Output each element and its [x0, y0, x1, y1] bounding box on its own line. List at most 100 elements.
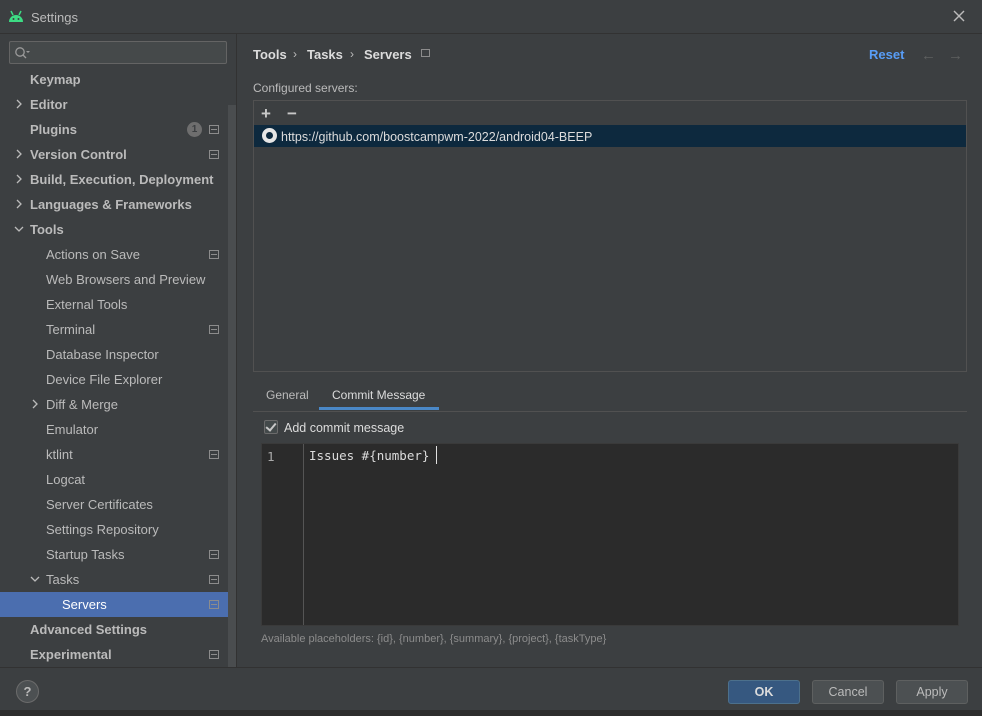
- sidebar-item[interactable]: Settings Repository: [0, 517, 228, 542]
- sidebar-item-label: External Tools: [46, 297, 128, 312]
- project-level-icon: [209, 250, 219, 259]
- commit-message-editor[interactable]: [261, 443, 959, 626]
- sidebar-item-label: Database Inspector: [46, 347, 159, 362]
- sidebar-item-label: Diff & Merge: [46, 397, 119, 412]
- sidebar-item-label: Servers: [62, 597, 107, 612]
- sidebar-item[interactable]: Device File Explorer: [0, 367, 228, 392]
- add-server-button[interactable]: +: [261, 104, 271, 124]
- sidebar-item-label: Actions on Save: [46, 247, 140, 262]
- sidebar-item-label: Device File Explorer: [46, 372, 163, 387]
- sidebar-item[interactable]: Emulator: [0, 417, 228, 442]
- sidebar-item[interactable]: Database Inspector: [0, 342, 228, 367]
- sidebar-item[interactable]: ktlint: [0, 442, 228, 467]
- sidebar-item[interactable]: Tools: [0, 217, 228, 242]
- sidebar-item-label: Startup Tasks: [46, 547, 125, 562]
- chevron-right-icon[interactable]: [14, 149, 24, 159]
- project-level-icon: [209, 450, 219, 459]
- github-icon: [262, 128, 277, 143]
- project-level-icon: [209, 600, 219, 609]
- android-icon: [9, 10, 23, 22]
- chevron-down-icon[interactable]: [14, 224, 24, 234]
- sidebar-item[interactable]: Actions on Save: [0, 242, 228, 267]
- sidebar-item[interactable]: External Tools: [0, 292, 228, 317]
- chevron-right-icon[interactable]: [14, 174, 24, 184]
- editor-gutter-divider: [303, 444, 304, 625]
- search-input[interactable]: [9, 41, 227, 64]
- text-caret: [436, 446, 437, 464]
- sidebar-item-label: Languages & Frameworks: [30, 197, 192, 212]
- sidebar-item[interactable]: Servers: [0, 592, 228, 617]
- back-arrow-icon[interactable]: ←: [921, 47, 936, 64]
- sidebar-item-label: Tools: [30, 222, 64, 237]
- sidebar-item[interactable]: Build, Execution, Deployment: [0, 167, 228, 192]
- sidebar-item-label: Server Certificates: [46, 497, 153, 512]
- sidebar-item[interactable]: Tasks: [0, 567, 228, 592]
- line-number: 1: [267, 449, 275, 464]
- chevron-right-icon[interactable]: [14, 99, 24, 109]
- sidebar-item[interactable]: Editor: [0, 92, 228, 117]
- sidebar-item-label: Editor: [30, 97, 68, 112]
- apply-button[interactable]: Apply: [896, 680, 968, 704]
- remove-server-button[interactable]: −: [287, 104, 297, 124]
- chevron-right-icon[interactable]: [30, 399, 40, 409]
- settings-tree: Keymap Editor Plugins 1 Version Control Build…: [0, 67, 228, 667]
- project-level-icon: [421, 49, 430, 57]
- sidebar-item-label: Logcat: [46, 472, 86, 487]
- update-count-badge: 1: [187, 122, 202, 137]
- tab-general[interactable]: General: [266, 388, 309, 402]
- project-level-icon: [209, 125, 219, 134]
- title-bar: [0, 0, 982, 34]
- sidebar-item[interactable]: Diff & Merge: [0, 392, 228, 417]
- sidebar-item-label: Terminal: [46, 322, 96, 337]
- add-commit-message-label[interactable]: Add commit message: [284, 421, 404, 435]
- sidebar-item-label: Settings Repository: [46, 522, 159, 537]
- window-bottom-edge: [0, 710, 982, 716]
- configured-servers-label: Configured servers:: [253, 81, 358, 95]
- sidebar-item[interactable]: Keymap: [0, 67, 228, 92]
- sidebar-item-label: Experimental: [30, 647, 112, 662]
- breadcrumb-tools[interactable]: Tools: [253, 47, 287, 62]
- sidebar-item-label: Version Control: [30, 147, 127, 162]
- project-level-icon: [209, 550, 219, 559]
- add-commit-message-checkbox[interactable]: [264, 420, 278, 434]
- sidebar-item[interactable]: Plugins 1: [0, 117, 228, 142]
- project-level-icon: [209, 650, 219, 659]
- sidebar-item-label: Tasks: [46, 572, 80, 587]
- chevron-right-icon[interactable]: [14, 199, 24, 209]
- help-button[interactable]: ?: [16, 680, 39, 703]
- close-icon[interactable]: [950, 7, 968, 25]
- breadcrumb-tasks[interactable]: Tasks: [307, 47, 343, 62]
- sidebar-item-label: ktlint: [46, 447, 73, 462]
- tab-commit-message[interactable]: Commit Message: [332, 388, 425, 402]
- sidebar-item-label: Advanced Settings: [30, 622, 148, 637]
- sidebar-item-label: Build, Execution, Deployment: [30, 172, 214, 187]
- commit-message-text[interactable]: Issues #{number}: [309, 448, 429, 463]
- breadcrumb-separator: ›: [350, 47, 354, 61]
- sidebar-item[interactable]: Startup Tasks: [0, 542, 228, 567]
- sidebar-item[interactable]: Experimental: [0, 642, 228, 667]
- sidebar-item-label: Keymap: [30, 72, 81, 87]
- project-level-icon: [209, 150, 219, 159]
- sidebar-item[interactable]: Version Control: [0, 142, 228, 167]
- sidebar-item[interactable]: Terminal: [0, 317, 228, 342]
- forward-arrow-icon[interactable]: →: [948, 47, 963, 64]
- reset-link[interactable]: Reset: [869, 47, 904, 62]
- breadcrumb-separator: ›: [293, 47, 297, 61]
- sidebar-item[interactable]: Advanced Settings: [0, 617, 228, 642]
- sidebar-item-label: Web Browsers and Preview: [46, 272, 206, 287]
- sidebar-item[interactable]: Web Browsers and Preview: [0, 267, 228, 292]
- sidebar-item[interactable]: Logcat: [0, 467, 228, 492]
- divider: [0, 667, 982, 668]
- sidebar-item[interactable]: Server Certificates: [0, 492, 228, 517]
- chevron-down-icon[interactable]: [30, 574, 40, 584]
- sidebar-item[interactable]: Languages & Frameworks: [0, 192, 228, 217]
- available-placeholders-hint: Available placeholders: {id}, {number}, …: [261, 633, 607, 645]
- breadcrumb-servers: Servers: [364, 47, 412, 62]
- sidebar-item-label: Plugins: [30, 122, 77, 137]
- sidebar-item-label: Emulator: [46, 422, 99, 437]
- window-title: Settings: [31, 10, 78, 25]
- cancel-button[interactable]: Cancel: [812, 680, 884, 704]
- project-level-icon: [209, 325, 219, 334]
- sidebar-scrollbar[interactable]: [228, 105, 236, 667]
- ok-button[interactable]: OK: [728, 680, 800, 704]
